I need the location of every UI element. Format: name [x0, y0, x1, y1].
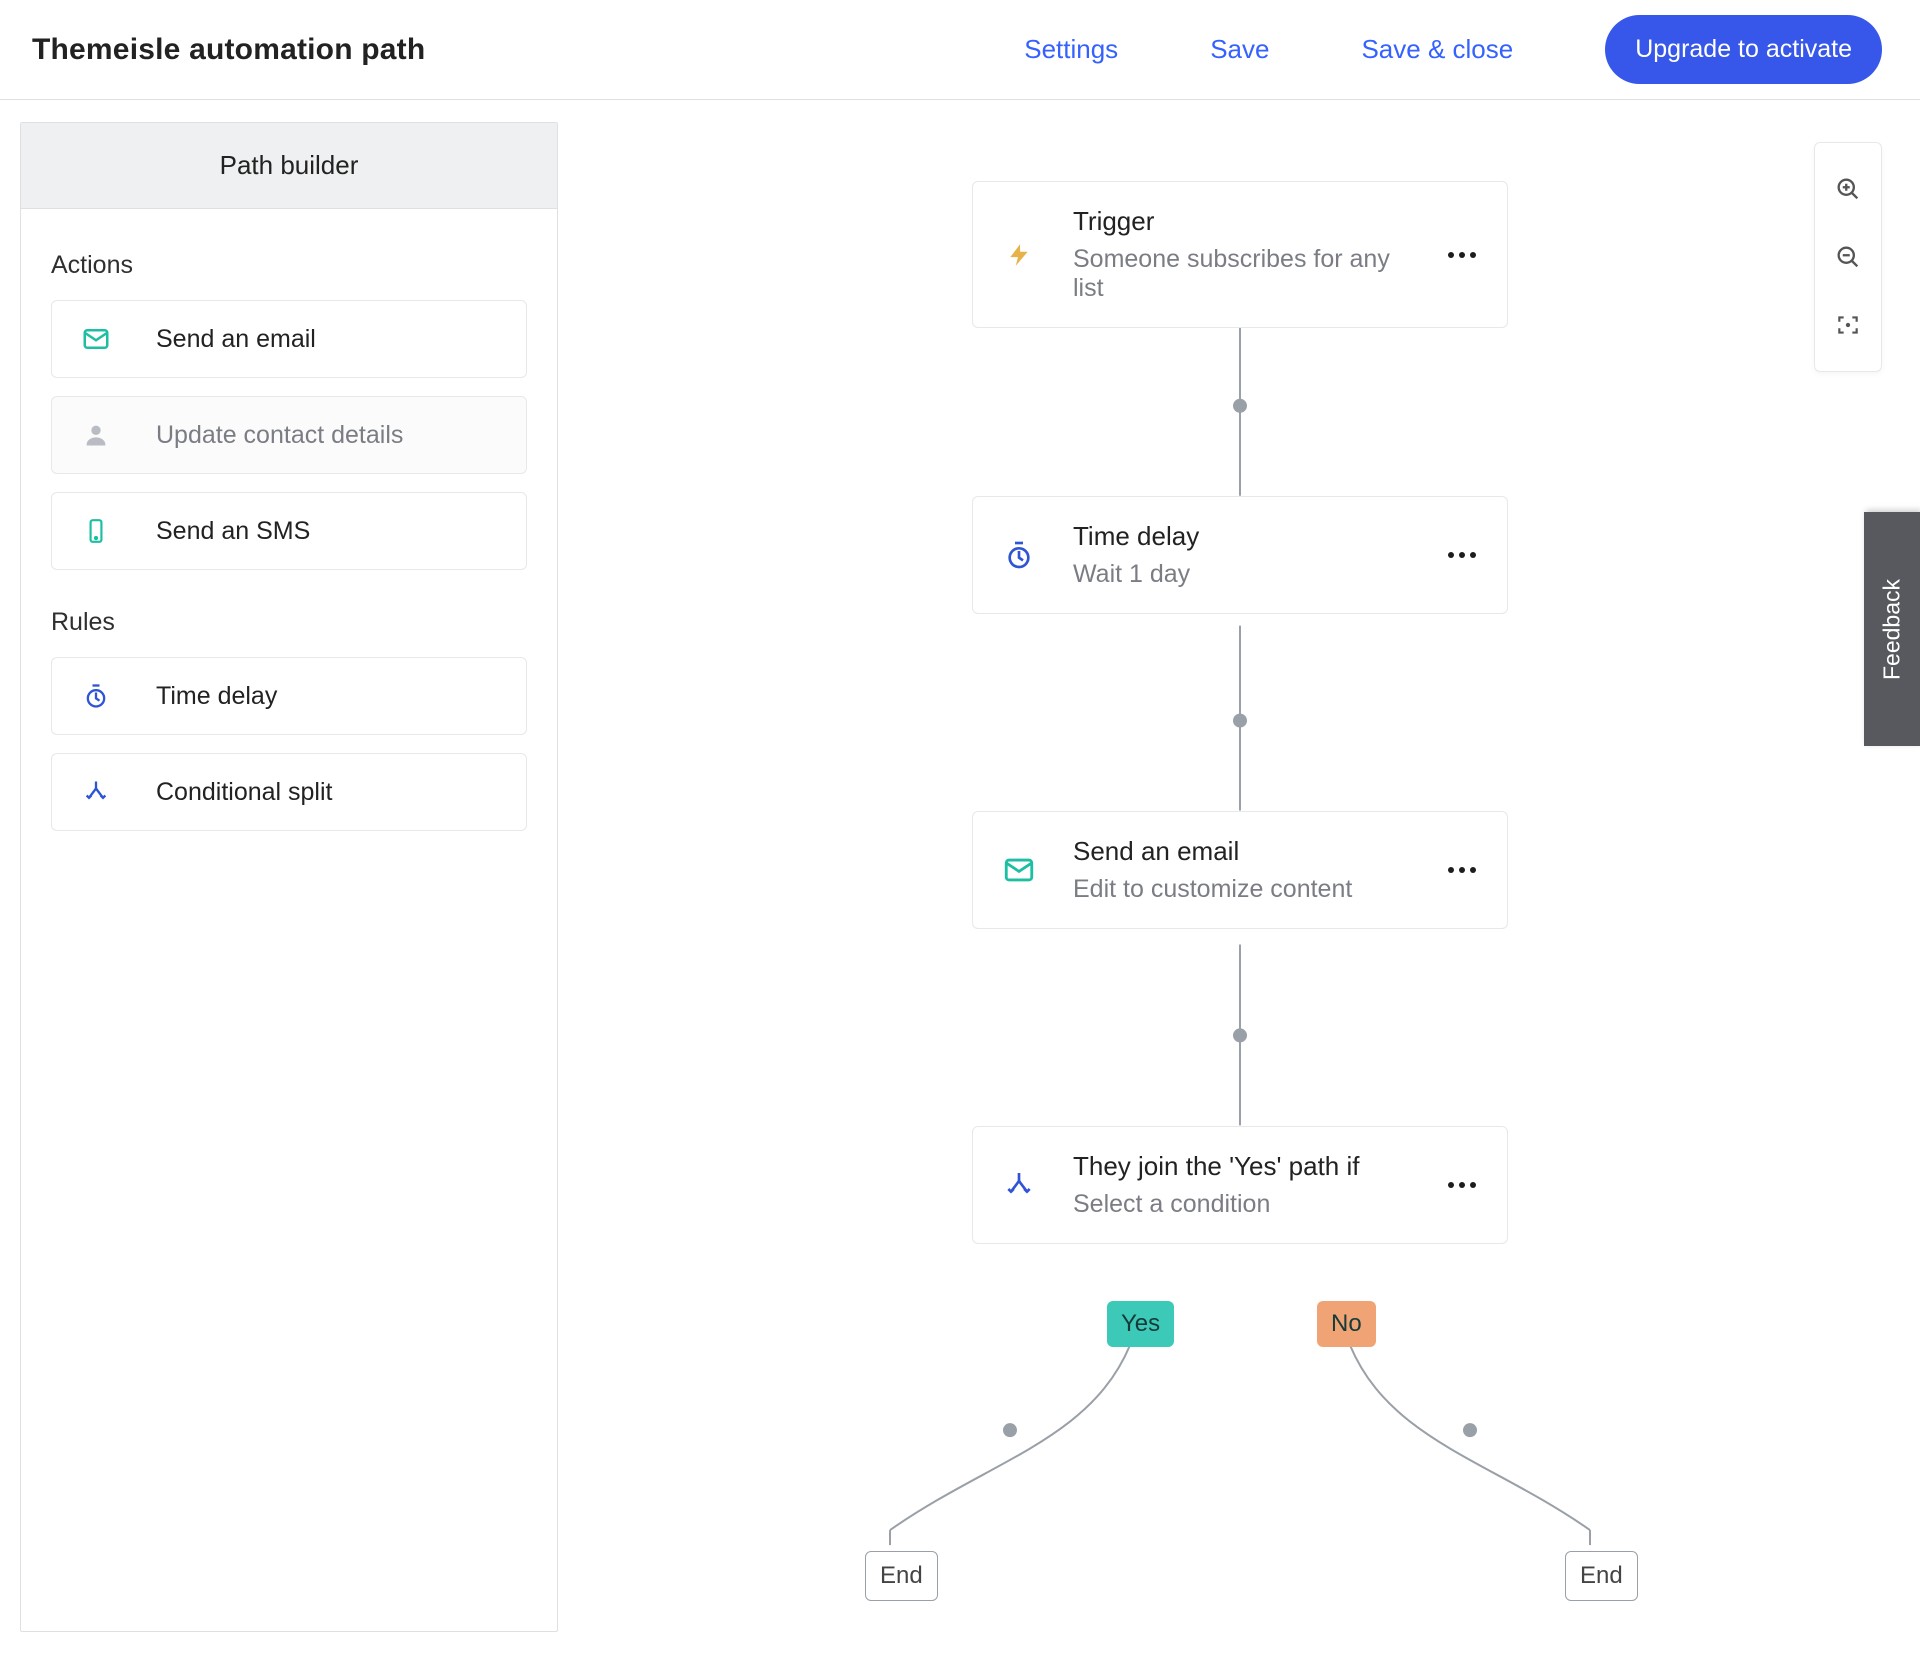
- more-icon: [1448, 867, 1476, 873]
- sidebar-path-builder: Path builder Actions Send an email Updat…: [20, 122, 558, 1632]
- zoom-out-button[interactable]: [1815, 223, 1881, 291]
- rule-label: Time delay: [156, 682, 277, 711]
- split-icon: [80, 776, 112, 808]
- flow-canvas[interactable]: Trigger Someone subscribes for any list …: [560, 101, 1920, 1660]
- node-subtitle: Someone subscribes for any list: [1073, 245, 1409, 303]
- settings-link[interactable]: Settings: [1024, 34, 1118, 65]
- top-bar: Themeisle automation path Settings Save …: [0, 0, 1920, 100]
- bolt-icon: [1001, 237, 1037, 273]
- action-item-send-email[interactable]: Send an email: [51, 300, 527, 378]
- sidebar-title: Path builder: [21, 123, 557, 209]
- node-send-email[interactable]: Send an email Edit to customize content: [972, 811, 1508, 929]
- upgrade-button[interactable]: Upgrade to activate: [1605, 15, 1882, 84]
- node-subtitle: Select a condition: [1073, 1190, 1409, 1219]
- timer-icon: [1001, 537, 1037, 573]
- fit-screen-button[interactable]: [1815, 291, 1881, 359]
- zoom-in-button[interactable]: [1815, 155, 1881, 223]
- node-more-button[interactable]: [1445, 1182, 1479, 1188]
- node-subtitle: Edit to customize content: [1073, 875, 1409, 904]
- action-label: Send an SMS: [156, 517, 310, 546]
- node-title: Trigger: [1073, 206, 1409, 237]
- node-trigger[interactable]: Trigger Someone subscribes for any list: [972, 181, 1508, 328]
- node-conditional-split[interactable]: They join the 'Yes' path if Select a con…: [972, 1126, 1508, 1244]
- mail-icon: [1001, 852, 1037, 888]
- page-title: Themeisle automation path: [32, 33, 425, 67]
- action-label: Send an email: [156, 325, 316, 354]
- end-node-yes[interactable]: End: [865, 1551, 938, 1601]
- more-icon: [1448, 552, 1476, 558]
- top-actions: Settings Save Save & close Upgrade to ac…: [1024, 15, 1882, 84]
- save-close-link[interactable]: Save & close: [1361, 34, 1513, 65]
- zoom-in-icon: [1834, 175, 1862, 203]
- node-more-button[interactable]: [1445, 552, 1479, 558]
- node-more-button[interactable]: [1445, 867, 1479, 873]
- save-link[interactable]: Save: [1210, 34, 1269, 65]
- feedback-tab[interactable]: Feedback: [1864, 512, 1920, 746]
- node-time-delay[interactable]: Time delay Wait 1 day: [972, 496, 1508, 614]
- action-label: Update contact details: [156, 421, 403, 450]
- branch-no-label: No: [1317, 1301, 1376, 1347]
- node-title: Time delay: [1073, 521, 1409, 552]
- action-item-update-contact: Update contact details: [51, 396, 527, 474]
- more-icon: [1448, 252, 1476, 258]
- branch-yes-label: Yes: [1107, 1301, 1174, 1347]
- person-icon: [80, 419, 112, 451]
- mail-icon: [80, 323, 112, 355]
- zoom-out-icon: [1834, 243, 1862, 271]
- section-title-rules: Rules: [51, 608, 527, 637]
- end-node-no[interactable]: End: [1565, 1551, 1638, 1601]
- rule-item-time-delay[interactable]: Time delay: [51, 657, 527, 735]
- frame-icon: [1835, 312, 1861, 338]
- rule-item-conditional-split[interactable]: Conditional split: [51, 753, 527, 831]
- phone-icon: [80, 515, 112, 547]
- split-icon: [1001, 1167, 1037, 1203]
- node-title: They join the 'Yes' path if: [1073, 1151, 1409, 1182]
- section-title-actions: Actions: [51, 251, 527, 280]
- timer-icon: [80, 680, 112, 712]
- action-item-send-sms[interactable]: Send an SMS: [51, 492, 527, 570]
- node-subtitle: Wait 1 day: [1073, 560, 1409, 589]
- more-icon: [1448, 1182, 1476, 1188]
- zoom-toolbar: [1814, 142, 1882, 372]
- rule-label: Conditional split: [156, 778, 333, 807]
- node-title: Send an email: [1073, 836, 1409, 867]
- node-more-button[interactable]: [1445, 252, 1479, 258]
